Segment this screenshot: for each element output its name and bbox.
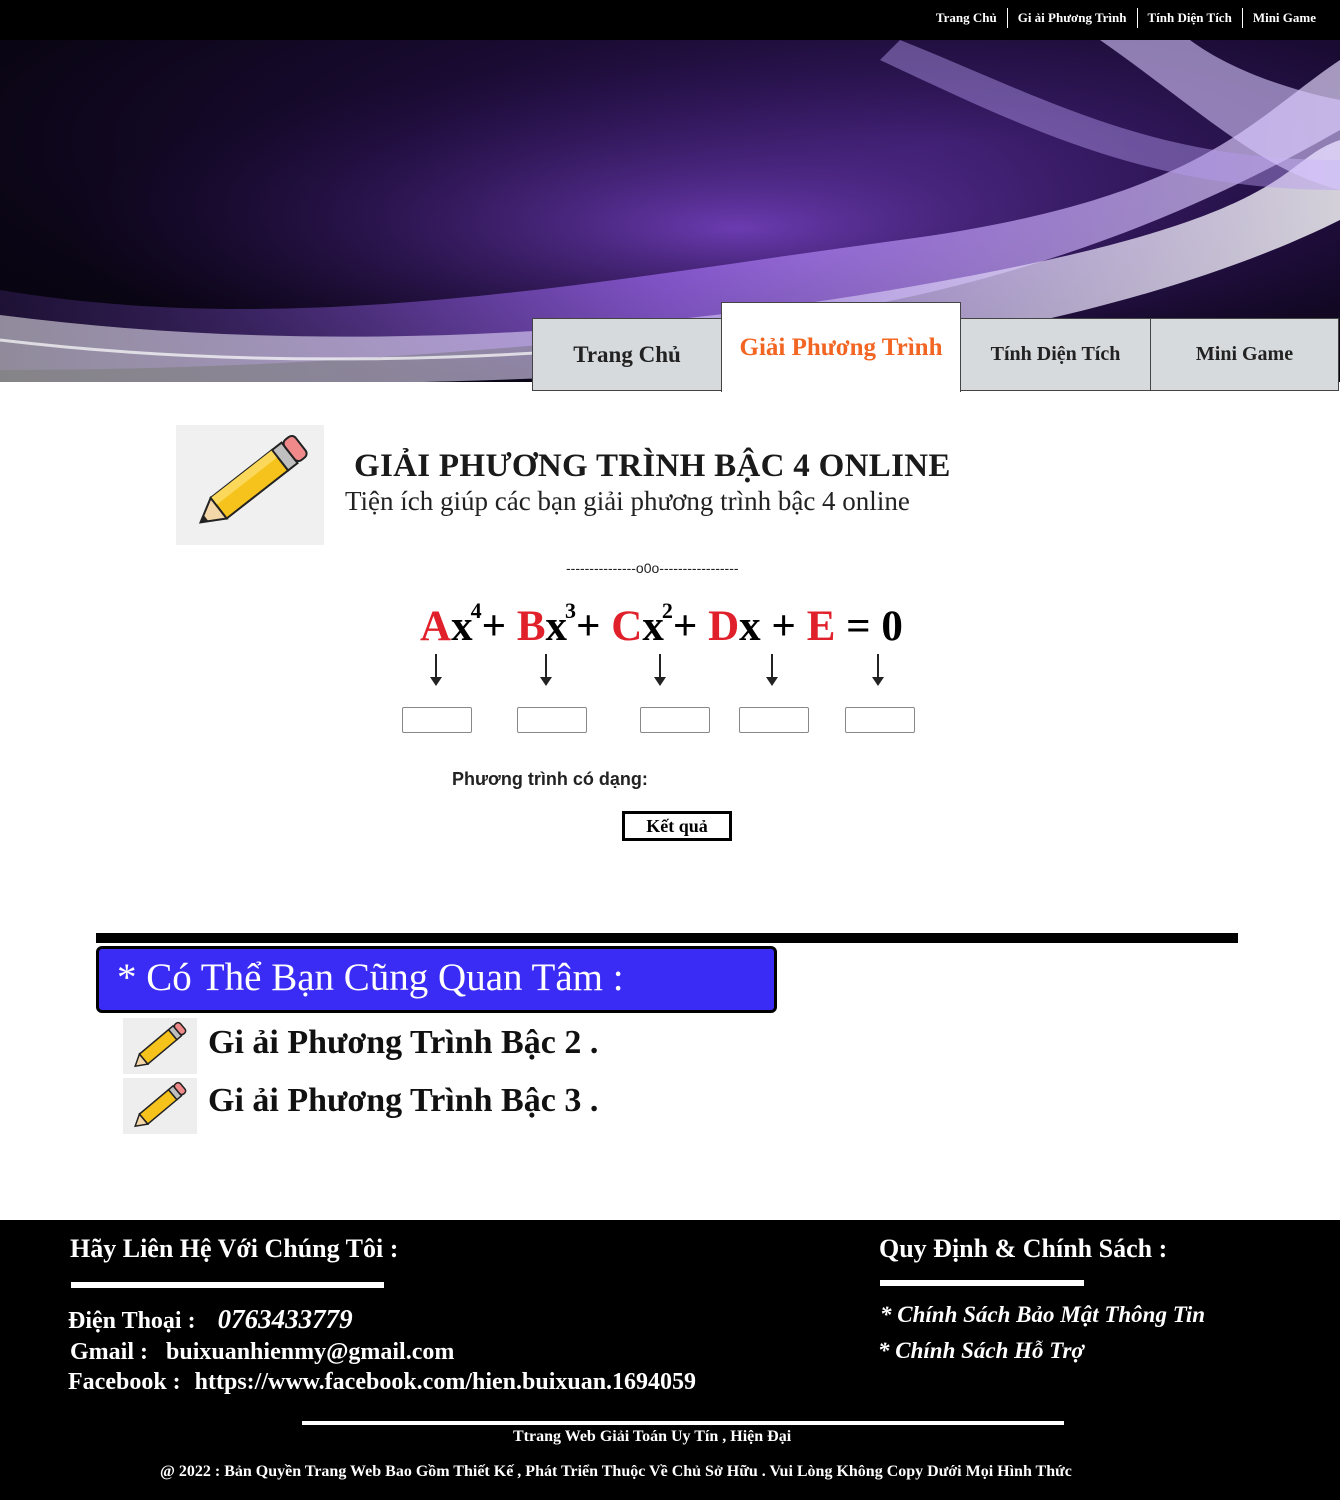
coef-e-label: E [806, 603, 836, 650]
section-separator [96, 933, 1238, 943]
coef-d-input[interactable] [739, 707, 809, 733]
pencil-logo [176, 425, 324, 545]
coef-b-input[interactable] [517, 707, 587, 733]
arrow-down-icon [654, 654, 666, 686]
x-var: x [451, 603, 473, 650]
policy-heading: Quy Định & Chính Sách : [879, 1234, 1168, 1263]
equals-zero: = 0 [846, 603, 903, 650]
exponent-2: 2 [661, 598, 673, 623]
phone-line: Điện Thoại : 0763433779 [68, 1304, 353, 1335]
exponent-4: 4 [470, 598, 482, 623]
arrow-down-icon [540, 654, 552, 686]
policy-privacy-link[interactable]: * Chính Sách Bảo Mật Thông Tin [880, 1302, 1205, 1328]
arrow-down-icon [430, 654, 442, 686]
footer: Hãy Liên Hệ Với Chúng Tôi : Điện Thoại :… [0, 1220, 1340, 1500]
pencil-icon [123, 1018, 197, 1074]
facebook-link[interactable]: https://www.facebook.com/hien.buixuan.16… [195, 1369, 696, 1395]
topnav-area-link[interactable]: Tính Diện Tích [1136, 8, 1242, 28]
policy-support-link[interactable]: * Chính Sách Hỗ Trợ [878, 1338, 1084, 1364]
exponent-3: 3 [565, 598, 577, 623]
copyright-text: @ 2022 : Bản Quyền Trang Web Bao Gồm Thi… [160, 1463, 1072, 1480]
contact-heading: Hãy Liên Hệ Với Chúng Tôi : [70, 1234, 399, 1263]
policy-underline [880, 1280, 1084, 1286]
top-bar: Trang Chủ Gi ải Phương Trình Tính Diện T… [0, 0, 1340, 40]
plus-sign: + [576, 603, 601, 650]
coef-b-label: B [516, 603, 546, 650]
phone-number[interactable]: 0763433779 [218, 1304, 353, 1334]
arrow-down-icon [766, 654, 778, 686]
pencil-icon [198, 434, 308, 524]
plus-sign: + [672, 603, 698, 650]
page-title: GIẢI PHƯƠNG TRÌNH BẬC 4 ONLINE [354, 448, 951, 484]
tab-minigame[interactable]: Mini Game [1150, 318, 1339, 391]
coef-a-label: A [420, 603, 452, 650]
result-button[interactable]: Kết quả [622, 811, 732, 841]
gmail-link[interactable]: buixuanhienmy@gmail.com [166, 1339, 454, 1365]
related-link-quadratic[interactable]: Gi ải Phương Trình Bậc 2 . [208, 1024, 598, 1062]
coef-c-label: C [611, 603, 643, 650]
facebook-label: Facebook : [68, 1369, 181, 1395]
phone-label: Điện Thoại : [68, 1308, 196, 1334]
coef-c-input[interactable] [640, 707, 710, 733]
tab-area[interactable]: Tính Diện Tích [960, 318, 1151, 391]
tab-home[interactable]: Trang Chủ [532, 318, 722, 391]
footer-divider [302, 1421, 1064, 1425]
plus-sign: + [771, 603, 796, 650]
coef-e-input[interactable] [845, 707, 915, 733]
coef-d-label: D [708, 603, 740, 650]
x-var: x [545, 603, 568, 650]
quartic-equation: Ax4+ Bx3+ Cx2+ Dx + E = 0 [420, 598, 903, 658]
coef-a-input[interactable] [402, 707, 472, 733]
equation-form-label: Phương trình có dạng: [452, 769, 648, 789]
arrow-down-icon [872, 654, 884, 686]
topnav-home-link[interactable]: Trang Chủ [926, 8, 1007, 28]
related-heading: * Có Thể Bạn Cũng Quan Tâm : [96, 946, 777, 1013]
page-subtitle: Tiện ích giúp các bạn giải phương trình … [345, 486, 910, 516]
topnav-solve-link[interactable]: Gi ải Phương Trình [1006, 8, 1137, 28]
contact-underline [71, 1282, 384, 1288]
related-link-cubic[interactable]: Gi ải Phương Trình Bậc 3 . [208, 1082, 598, 1120]
x-var: x [642, 603, 664, 650]
footer-tagline: Ttrang Web Giải Toán Uy Tín , Hiện Đại [513, 1428, 792, 1445]
tab-solve-equation[interactable]: Giải Phương Trình [721, 302, 961, 392]
plus-sign: + [481, 603, 507, 650]
pencil-icon [123, 1078, 197, 1134]
x-var: x [739, 603, 761, 650]
gmail-label: Gmail : [70, 1339, 148, 1365]
gmail-line: Gmail : buixuanhienmy@gmail.com [70, 1339, 454, 1366]
facebook-line: Facebook : https://www.facebook.com/hien… [68, 1369, 696, 1396]
topnav-minigame-link[interactable]: Mini Game [1241, 8, 1326, 28]
top-nav: Trang Chủ Gi ải Phương Trình Tính Diện T… [926, 8, 1326, 28]
section-divider: ---------------o0o----------------- [566, 560, 739, 576]
